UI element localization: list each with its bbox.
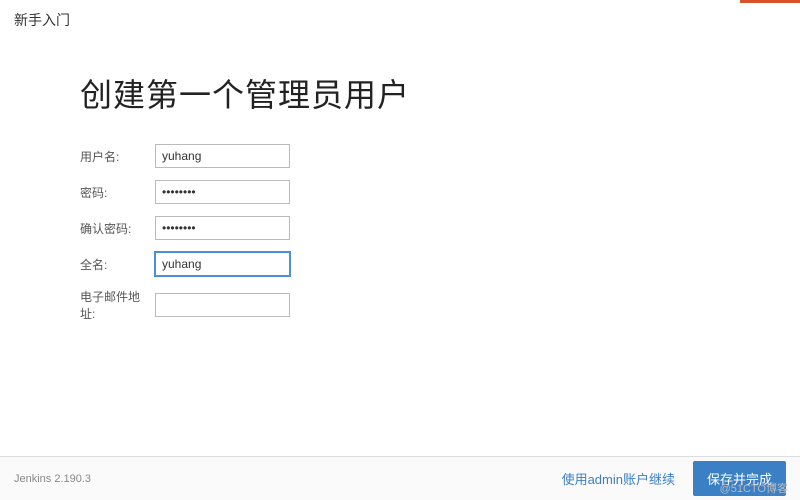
- form-row-email: 电子邮件地址:: [80, 288, 720, 322]
- footer: Jenkins 2.190.3 使用admin账户继续 保存并完成: [0, 456, 800, 500]
- confirm-password-input[interactable]: [155, 216, 290, 240]
- watermark: @51CTO博客: [720, 480, 788, 496]
- confirm-password-label: 确认密码:: [80, 220, 155, 237]
- username-label: 用户名:: [80, 148, 155, 165]
- password-label: 密码:: [80, 184, 155, 201]
- form-row-fullname: 全名:: [80, 252, 720, 276]
- version-text: Jenkins 2.190.3: [14, 473, 91, 485]
- page-title: 创建第一个管理员用户: [80, 70, 720, 116]
- window-accent: [740, 0, 800, 3]
- fullname-label: 全名:: [80, 256, 155, 273]
- header-title: 新手入门: [14, 12, 70, 28]
- header: 新手入门: [0, 0, 800, 40]
- fullname-input[interactable]: [155, 252, 290, 276]
- email-label: 电子邮件地址:: [80, 288, 155, 322]
- password-input[interactable]: [155, 180, 290, 204]
- form-row-username: 用户名:: [80, 144, 720, 168]
- skip-admin-button[interactable]: 使用admin账户继续: [562, 469, 675, 488]
- email-input[interactable]: [155, 293, 290, 317]
- form-row-password: 密码:: [80, 180, 720, 204]
- main-content: 创建第一个管理员用户 用户名: 密码: 确认密码: 全名: 电子邮件地址:: [0, 40, 800, 322]
- form-row-confirm-password: 确认密码:: [80, 216, 720, 240]
- username-input[interactable]: [155, 144, 290, 168]
